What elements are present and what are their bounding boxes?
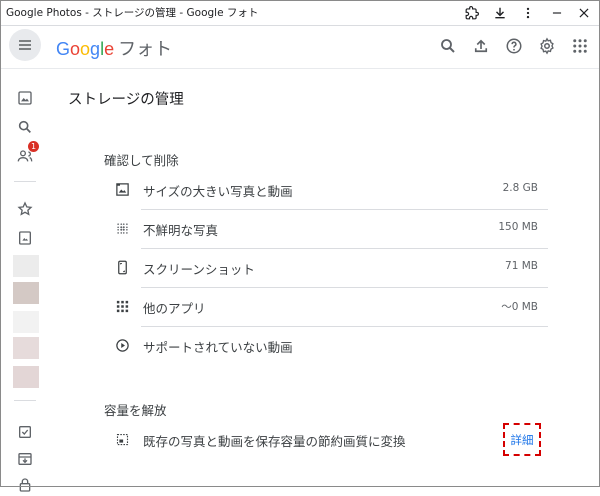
play-circle-icon bbox=[113, 336, 131, 354]
storage-item-size: 71 MB bbox=[505, 260, 538, 272]
notification-badge: 1 bbox=[28, 141, 39, 152]
logo-letter: G bbox=[56, 39, 71, 59]
storage-item-screenshots[interactable]: スクリーンショット 71 MB bbox=[104, 248, 548, 286]
details-link[interactable]: 詳細 bbox=[503, 423, 541, 456]
storage-item-other-apps[interactable]: 他のアプリ ～0 MB bbox=[104, 287, 548, 325]
storage-item-large-photos[interactable]: サイズの大きい写真と動画 2.8 GB bbox=[104, 170, 548, 208]
settings-gear-icon[interactable] bbox=[535, 34, 559, 58]
storage-item-size: ～0 MB bbox=[501, 301, 538, 313]
logo-letter: e bbox=[104, 39, 115, 59]
sidebar-divider bbox=[14, 181, 36, 182]
album-book-icon[interactable] bbox=[14, 227, 36, 249]
storage-item-blurry-photos[interactable]: 不鮮明な写真 150 MB bbox=[104, 209, 548, 247]
more-vert-icon[interactable] bbox=[518, 3, 538, 23]
logo-letter: g bbox=[90, 39, 101, 59]
storage-item-unsupported-videos[interactable]: サポートされていない動画 bbox=[104, 326, 548, 364]
album-thumbnail[interactable] bbox=[13, 337, 39, 359]
app-header: Google フォト bbox=[0, 26, 600, 69]
logo-letter: o bbox=[80, 39, 91, 59]
hamburger-icon bbox=[19, 40, 31, 50]
photos-nav-icon[interactable] bbox=[14, 87, 36, 109]
photo-frame-icon bbox=[113, 180, 131, 198]
help-icon[interactable] bbox=[502, 34, 526, 58]
album-thumbnail[interactable] bbox=[13, 366, 39, 388]
favorites-star-icon[interactable] bbox=[14, 198, 36, 220]
locked-folder-icon[interactable] bbox=[14, 474, 36, 496]
window-title: Google Photos - ストレージの管理 - Google フォト bbox=[6, 7, 259, 19]
storage-item-label: 既存の写真と動画を保存容量の節約画質に変換 bbox=[143, 434, 406, 449]
apps-grid-icon bbox=[113, 297, 131, 315]
logo-letter: o bbox=[70, 39, 81, 59]
close-icon[interactable] bbox=[574, 3, 594, 23]
extension-icon[interactable] bbox=[462, 3, 482, 23]
sidebar-divider bbox=[14, 400, 36, 401]
album-thumbnail[interactable] bbox=[13, 282, 39, 304]
minimize-icon[interactable] bbox=[547, 3, 567, 23]
main-menu-button[interactable] bbox=[9, 29, 41, 61]
phone-screenshot-icon bbox=[113, 258, 131, 276]
download-icon[interactable] bbox=[490, 3, 510, 23]
free-up-section-title: 容量を解放 bbox=[104, 403, 167, 418]
storage-item-label: サイズの大きい写真と動画 bbox=[143, 184, 293, 199]
window-titlebar: Google Photos - ストレージの管理 - Google フォト bbox=[0, 0, 600, 26]
review-section-title: 確認して削除 bbox=[104, 153, 179, 168]
archive-icon[interactable] bbox=[14, 448, 36, 470]
apps-grid-icon[interactable] bbox=[568, 34, 592, 58]
storage-saver-icon bbox=[113, 430, 131, 448]
storage-item-label: 不鮮明な写真 bbox=[143, 223, 219, 238]
google-photos-logo[interactable]: Google フォト bbox=[56, 35, 172, 61]
details-link-label: 詳細 bbox=[510, 432, 534, 447]
storage-item-size: 2.8 GB bbox=[502, 182, 538, 194]
convert-to-storage-saver-item: 既存の写真と動画を保存容量の節約画質に変換 bbox=[104, 420, 548, 458]
blur-dots-icon bbox=[113, 219, 131, 237]
explore-search-icon[interactable] bbox=[14, 116, 36, 138]
storage-item-label: スクリーンショット bbox=[143, 262, 255, 277]
album-thumbnail[interactable] bbox=[13, 255, 39, 277]
storage-item-size: 150 MB bbox=[498, 221, 538, 233]
upload-icon[interactable] bbox=[469, 34, 493, 58]
utilities-checkbox-icon[interactable] bbox=[14, 421, 36, 443]
product-name: フォト bbox=[118, 39, 173, 59]
page-title: ストレージの管理 bbox=[68, 92, 184, 108]
album-thumbnail[interactable] bbox=[13, 311, 39, 333]
search-icon[interactable] bbox=[436, 34, 460, 58]
storage-item-label: サポートされていない動画 bbox=[143, 340, 293, 355]
storage-item-label: 他のアプリ bbox=[143, 301, 206, 316]
